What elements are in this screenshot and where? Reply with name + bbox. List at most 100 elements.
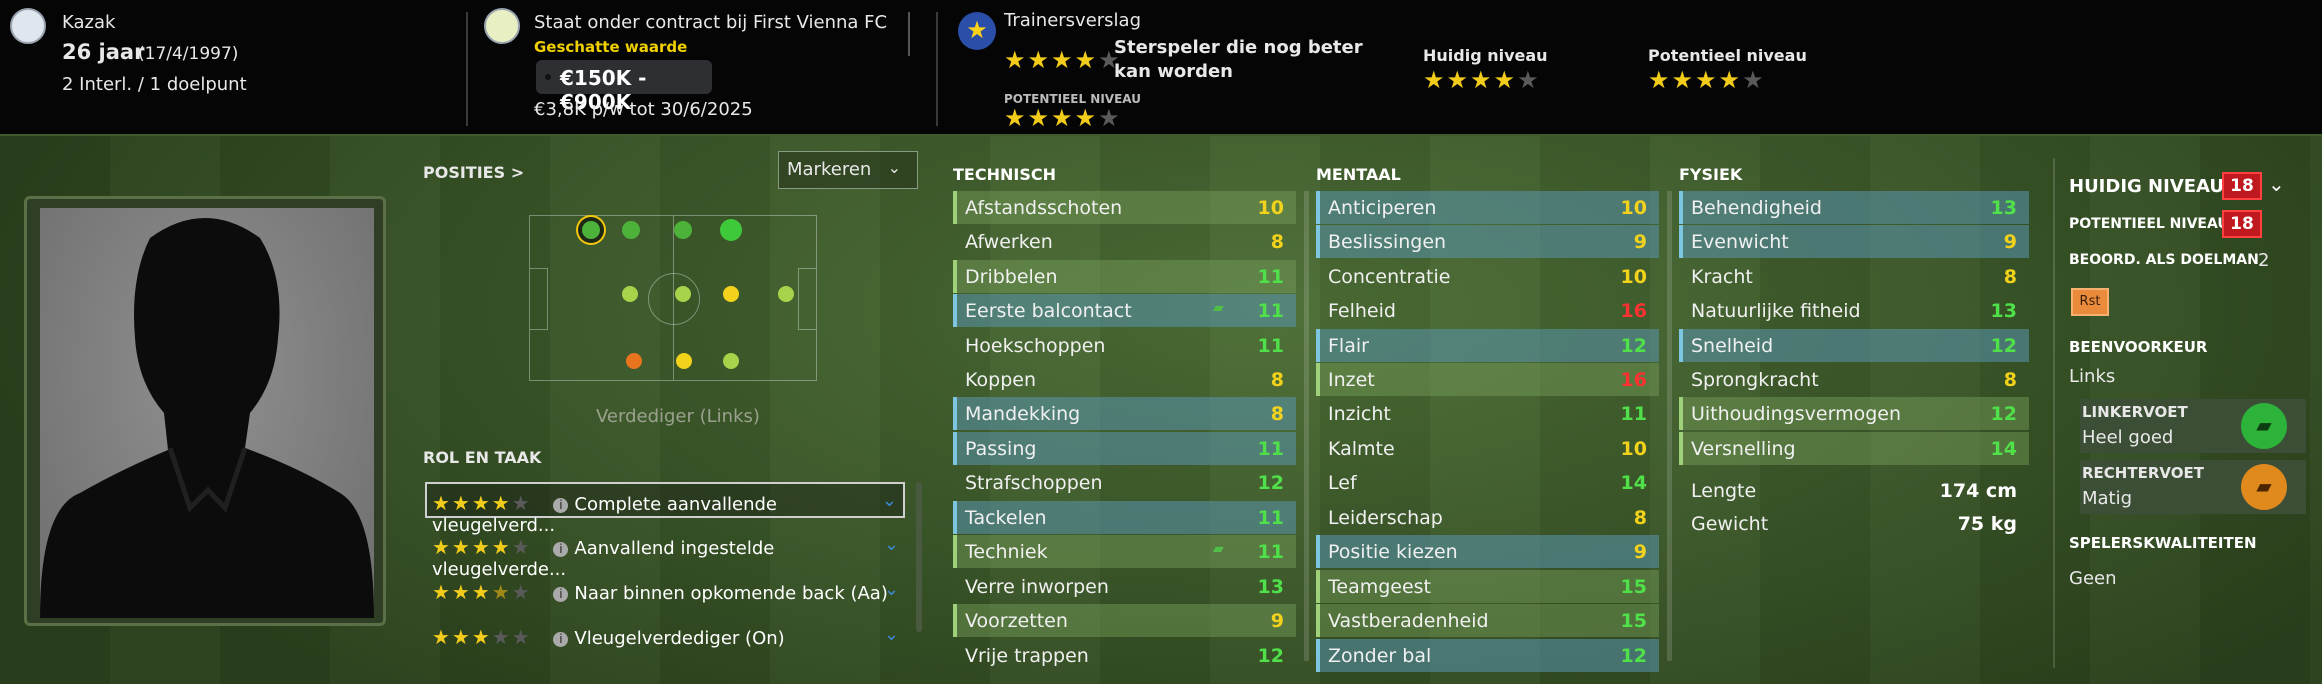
attr-snelheid[interactable]: Snelheid 12	[1679, 329, 2029, 362]
panel-divider	[2053, 158, 2055, 668]
attr-tackelen[interactable]: Tackelen 11	[953, 501, 1296, 534]
attr-techniek[interactable]: Techniek ▰ 11	[953, 535, 1296, 568]
attr-positie-kiezen[interactable]: Positie kiezen 9	[1316, 535, 1659, 568]
attr-concentratie[interactable]: Concentratie 10	[1316, 260, 1659, 293]
attr-sprongkracht[interactable]: Sprongkracht 8	[1679, 363, 2029, 396]
position-dot-mc[interactable]	[723, 286, 739, 302]
left-foot-box: LINKERVOET Heel goed ▰	[2080, 399, 2306, 453]
left-boot-icon: ▰	[2241, 403, 2287, 449]
attr-leiderschap[interactable]: Leiderschap 8	[1316, 501, 1659, 534]
chevron-down-icon[interactable]: ⌄	[882, 490, 897, 511]
boot-icon: ▰	[1213, 541, 1224, 557]
chevron-down-icon[interactable]: ⌄	[2268, 172, 2285, 196]
left-foot-value: Heel goed	[2082, 427, 2174, 448]
technical-title: TECHNISCH	[953, 165, 1056, 184]
attr-afwerken[interactable]: Afwerken 8	[953, 225, 1296, 258]
role-stars: ★★★★★	[432, 580, 532, 604]
contract-status[interactable]: Staat onder contract bij First Vienna FC	[534, 12, 887, 33]
mental-title: MENTAAL	[1316, 165, 1401, 184]
traits-value: Geen	[2069, 568, 2117, 589]
chevron-down-icon[interactable]: ⌄	[884, 624, 899, 645]
role-row[interactable]: ★★★★★ i Vleugelverdediger (On) ⌄	[425, 618, 905, 654]
attr-vastberadenheid[interactable]: Vastberadenheid 15	[1316, 604, 1659, 637]
attr-passing[interactable]: Passing 11	[953, 432, 1296, 465]
role-row[interactable]: ★★★★★ i Naar binnen opkomende back (Aa) ⌄	[425, 573, 905, 609]
attr-dribbelen[interactable]: Dribbelen 11	[953, 260, 1296, 293]
position-dot-st[interactable]	[778, 286, 794, 302]
role-label: Vleugelverdediger (On)	[574, 628, 785, 649]
attr-inzet[interactable]: Inzet 16	[1316, 363, 1659, 396]
info-icon[interactable]: i	[553, 587, 569, 602]
attr-mandekking[interactable]: Mandekking 8	[953, 397, 1296, 430]
international-caps[interactable]: 2 Interl. / 1 doelpunt	[62, 74, 247, 95]
position-dot-dr[interactable]	[626, 353, 642, 369]
coach-report-icon[interactable]: ★	[958, 12, 996, 50]
position-dot-ml[interactable]	[674, 221, 692, 239]
attr-koppen[interactable]: Koppen 8	[953, 363, 1296, 396]
attr-voorzetten[interactable]: Voorzetten 9	[953, 604, 1296, 637]
position-pitch[interactable]	[529, 215, 817, 381]
nationality[interactable]: Kazak	[62, 12, 115, 33]
attr-felheid[interactable]: Felheid 16	[1316, 294, 1659, 327]
chevron-down-icon[interactable]: ⌄	[884, 534, 899, 555]
position-dot-wbl[interactable]	[622, 221, 640, 239]
position-dot-amr[interactable]	[723, 353, 739, 369]
report-current-stars: ★★★★★	[1004, 46, 1122, 74]
attr-verre-inworpen[interactable]: Verre inworpen 13	[953, 570, 1296, 603]
nation-flag-icon[interactable]	[10, 8, 46, 44]
attr-lef[interactable]: Lef 14	[1316, 466, 1659, 499]
wage-contract: €3,8K p/w tot 30/6/2025	[534, 99, 753, 120]
position-dot-dl[interactable]	[582, 221, 600, 239]
role-label: Naar binnen opkomende back (Aa)	[574, 583, 888, 604]
attr-flair[interactable]: Flair 12	[1316, 329, 1659, 362]
potential-level-badge: 18	[2222, 210, 2262, 238]
attr-vrije-trappen[interactable]: Vrije trappen 12	[953, 639, 1296, 672]
boot-icon: ▰	[1213, 300, 1224, 316]
attr-versnelling[interactable]: Versnelling 14	[1679, 432, 2029, 465]
info-icon[interactable]: i	[553, 632, 569, 647]
chevron-down-icon[interactable]: ⌄	[884, 579, 899, 600]
attr-natuurlijke-fitheid[interactable]: Natuurlijke fitheid 13	[1679, 294, 2029, 327]
attr-inzicht[interactable]: Inzicht 11	[1316, 397, 1659, 430]
highlight-dropdown[interactable]: Markeren ⌄	[778, 151, 918, 189]
attr-beslissingen[interactable]: Beslissingen 9	[1316, 225, 1659, 258]
highlight-dropdown-value: Markeren	[787, 159, 872, 180]
attr-strafschoppen[interactable]: Strafschoppen 12	[953, 466, 1296, 499]
role-stars: ★★★★★	[432, 625, 532, 649]
attr-afstandsschoten[interactable]: Afstandsschoten 10	[953, 191, 1296, 224]
position-caption: Verdediger (Links)	[596, 406, 760, 427]
position-dot-aml[interactable]	[720, 219, 742, 241]
attr-kalmte[interactable]: Kalmte 10	[1316, 432, 1659, 465]
roles-scrollbar[interactable]	[916, 482, 922, 632]
estimated-value[interactable]: €150K - €900K	[536, 60, 712, 114]
attr-zonder-bal[interactable]: Zonder bal 12	[1316, 639, 1659, 672]
club-badge-icon[interactable]	[484, 8, 520, 44]
foot-title: BEENVOORKEUR	[2069, 338, 2208, 356]
value-label: Geschatte waarde	[534, 38, 688, 56]
role-row[interactable]: ★★★★★ i Complete aanvallende vleugelverd.…	[425, 482, 905, 536]
attr-teamgeest[interactable]: Teamgeest 15	[1316, 570, 1659, 603]
info-icon[interactable]: i	[553, 498, 569, 513]
report-title[interactable]: Trainersverslag	[1004, 10, 1141, 31]
current-level-title[interactable]: HUIDIG NIVEAU	[2069, 176, 2224, 197]
attr-eerste-balcontact[interactable]: Eerste balcontact ▰ 11	[953, 294, 1296, 327]
attr-kracht[interactable]: Kracht 8	[1679, 260, 2029, 293]
role-badge[interactable]: Rst	[2071, 288, 2109, 316]
chevron-down-icon: ⌄	[887, 158, 901, 177]
player-portrait[interactable]	[40, 208, 374, 618]
left-foot-label: LINKERVOET	[2082, 403, 2188, 421]
info-icon[interactable]: i	[553, 542, 569, 557]
attr-hoekschoppen[interactable]: Hoekschoppen 11	[953, 329, 1296, 362]
attr-behendigheid[interactable]: Behendigheid 13	[1679, 191, 2029, 224]
position-dot-mr[interactable]	[676, 353, 692, 369]
position-dot-dm[interactable]	[675, 286, 691, 302]
attr-anticiperen[interactable]: Anticiperen 10	[1316, 191, 1659, 224]
attr-evenwicht[interactable]: Evenwicht 9	[1679, 225, 2029, 258]
position-dot-dc[interactable]	[622, 286, 638, 302]
potential-level-label: Potentieel niveau	[1648, 46, 1807, 65]
attr-uithoudingsvermogen[interactable]: Uithoudingsvermogen 12	[1679, 397, 2029, 430]
role-row[interactable]: ★★★★★ i Aanvallend ingestelde vleugelverd…	[425, 528, 905, 580]
right-foot-value: Matig	[2082, 488, 2133, 509]
positions-link[interactable]: POSITIES >	[423, 163, 524, 182]
role-stars: ★★★★★	[432, 491, 532, 515]
